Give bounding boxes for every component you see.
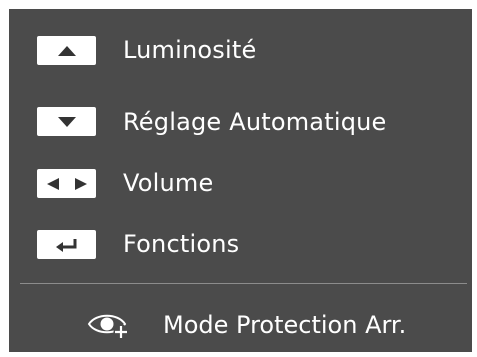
eye-saver-mode-item[interactable]: Mode Protection Arr.	[9, 305, 472, 351]
left-right-key[interactable]	[37, 169, 96, 198]
down-key[interactable]	[37, 107, 96, 136]
up-key[interactable]	[37, 36, 96, 65]
menu-item-label: Luminosité	[123, 36, 257, 64]
menu-divider	[20, 283, 467, 284]
menu-item-label: Volume	[123, 169, 214, 197]
menu-item-label: Fonctions	[123, 230, 240, 258]
eye-plus-icon	[87, 314, 129, 340]
osd-menu-panel: Luminosité Réglage Automatique Volume Fo…	[9, 9, 472, 352]
menu-item-auto-adjust[interactable]: Réglage Automatique	[9, 99, 472, 145]
menu-item-functions[interactable]: Fonctions	[9, 221, 472, 267]
menu-item-label: Réglage Automatique	[123, 108, 387, 136]
down-arrow-icon	[57, 116, 76, 127]
menu-item-brightness[interactable]: Luminosité	[9, 27, 472, 73]
enter-key[interactable]	[37, 230, 96, 259]
left-right-arrows-icon	[46, 177, 87, 190]
up-arrow-icon	[57, 45, 76, 56]
eye-saver-label: Mode Protection Arr.	[163, 311, 407, 339]
return-enter-icon	[55, 238, 76, 252]
menu-item-volume[interactable]: Volume	[9, 160, 472, 206]
